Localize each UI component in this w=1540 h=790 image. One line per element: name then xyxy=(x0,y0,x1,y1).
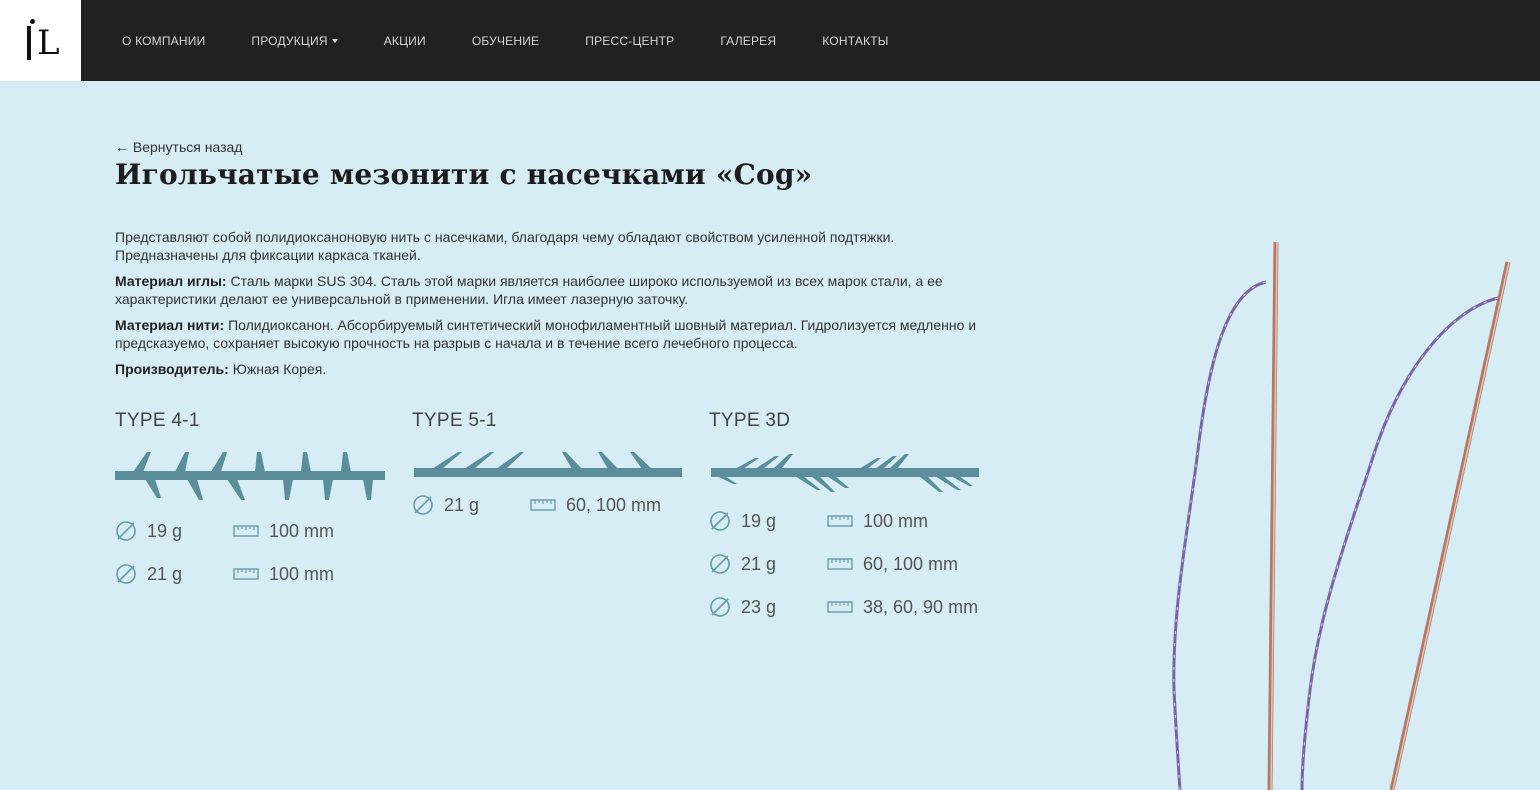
gauge-value: 21 g xyxy=(741,553,777,574)
thread-diagram-5-1-icon xyxy=(414,452,682,477)
needle-material-label: Материал иглы: xyxy=(115,273,227,289)
logo-letter: L xyxy=(37,23,60,63)
manufacturer-label: Производитель: xyxy=(115,361,229,377)
type-card-5-1: TYPE 5-1 21 g 60, 100 mm xyxy=(412,410,684,535)
thread-material-label: Материал нити: xyxy=(115,317,225,333)
spec-row: 19 g 100 mm xyxy=(709,508,981,534)
spec-row: 21 g 60, 100 mm xyxy=(709,551,981,577)
length-value: 60, 100 mm xyxy=(566,494,662,515)
spec-row: 23 g 38, 60, 90 mm xyxy=(709,594,981,620)
intro-text: Представляют собой полидиоксаноновую нит… xyxy=(115,229,895,263)
type-title: TYPE 5-1 xyxy=(412,410,497,431)
logo-stem xyxy=(27,26,31,60)
diameter-icon xyxy=(116,521,136,541)
diameter-icon xyxy=(710,511,730,531)
back-link[interactable]: ← Вернуться назад xyxy=(115,139,242,155)
diameter-icon xyxy=(710,554,730,574)
manufacturer: Производитель: Южная Корея. xyxy=(115,360,995,378)
thread-material: Материал нити: Полидиоксанон. Абсорбируе… xyxy=(115,316,995,352)
nav-products[interactable]: ПРОДУКЦИЯ xyxy=(251,33,338,48)
ruler-icon xyxy=(827,558,853,570)
page-title: Игольчатые мезонити с насечками «Cog» xyxy=(115,158,813,191)
ruler-icon xyxy=(827,515,853,527)
ruler-icon xyxy=(530,499,556,511)
length-value: 100 mm xyxy=(269,520,335,541)
length-value: 60, 100 mm xyxy=(863,553,959,574)
diameter-icon xyxy=(413,495,433,515)
length-value: 100 mm xyxy=(863,510,929,531)
spec-row: 19 g 100 mm xyxy=(115,518,387,544)
product-description: Представляют собой полидиоксаноновую нит… xyxy=(115,228,995,386)
main-nav: О КОМПАНИИ ПРОДУКЦИЯ АКЦИИ ОБУЧЕНИЕ ПРЕС… xyxy=(122,0,935,81)
nav-gallery[interactable]: ГАЛЕРЕЯ xyxy=(720,34,776,48)
ruler-icon xyxy=(233,525,259,537)
thread-diagram-3d-icon xyxy=(711,454,979,492)
spec-row: 21 g 100 mm xyxy=(115,561,387,587)
thread-material-text: Полидиоксанон. Абсорбируемый синтетическ… xyxy=(115,317,977,351)
chevron-down-icon xyxy=(331,39,338,44)
type-title: TYPE 3D xyxy=(709,410,791,431)
site-logo[interactable]: L xyxy=(0,0,81,81)
gauge-value: 19 g xyxy=(741,510,777,531)
type-card-4-1: TYPE 4-1 19 g 100 mm 21 g 100 mm xyxy=(115,410,387,604)
type-card-3d: TYPE 3D 19 g 100 mm 21 g 60, 100 mm 23 g… xyxy=(709,410,981,637)
nav-training[interactable]: ОБУЧЕНИЕ xyxy=(472,34,539,48)
nav-about[interactable]: О КОМПАНИИ xyxy=(122,34,205,48)
length-value: 38, 60, 90 mm xyxy=(863,596,979,617)
diameter-icon xyxy=(116,564,136,584)
manufacturer-text: Южная Корея. xyxy=(228,361,327,377)
gauge-value: 23 g xyxy=(741,596,777,617)
nav-contacts[interactable]: КОНТАКТЫ xyxy=(822,34,888,48)
gauge-value: 21 g xyxy=(444,494,480,515)
length-value: 100 mm xyxy=(269,563,335,584)
logo-dot xyxy=(30,19,35,24)
diameter-icon xyxy=(710,597,730,617)
nav-promotions[interactable]: АКЦИИ xyxy=(384,34,426,48)
thread-diagram-4-1-icon xyxy=(115,452,385,500)
ruler-icon xyxy=(827,601,853,613)
gauge-value: 21 g xyxy=(147,563,183,584)
needle-material: Материал иглы: Сталь марки SUS 304. Стал… xyxy=(115,272,995,308)
gauge-value: 19 g xyxy=(147,520,183,541)
needles-illustration xyxy=(1172,241,1511,790)
ruler-icon xyxy=(233,568,259,580)
spec-row: 21 g 60, 100 mm xyxy=(412,492,684,518)
type-title: TYPE 4-1 xyxy=(115,410,200,431)
nav-press-center[interactable]: ПРЕСС-ЦЕНТР xyxy=(585,34,674,48)
top-navbar: L О КОМПАНИИ ПРОДУКЦИЯ АКЦИИ ОБУЧЕНИЕ ПР… xyxy=(0,0,1540,81)
nav-products-label: ПРОДУКЦИЯ xyxy=(251,33,328,48)
needle-material-text: Сталь марки SUS 304. Сталь этой марки яв… xyxy=(115,273,943,307)
